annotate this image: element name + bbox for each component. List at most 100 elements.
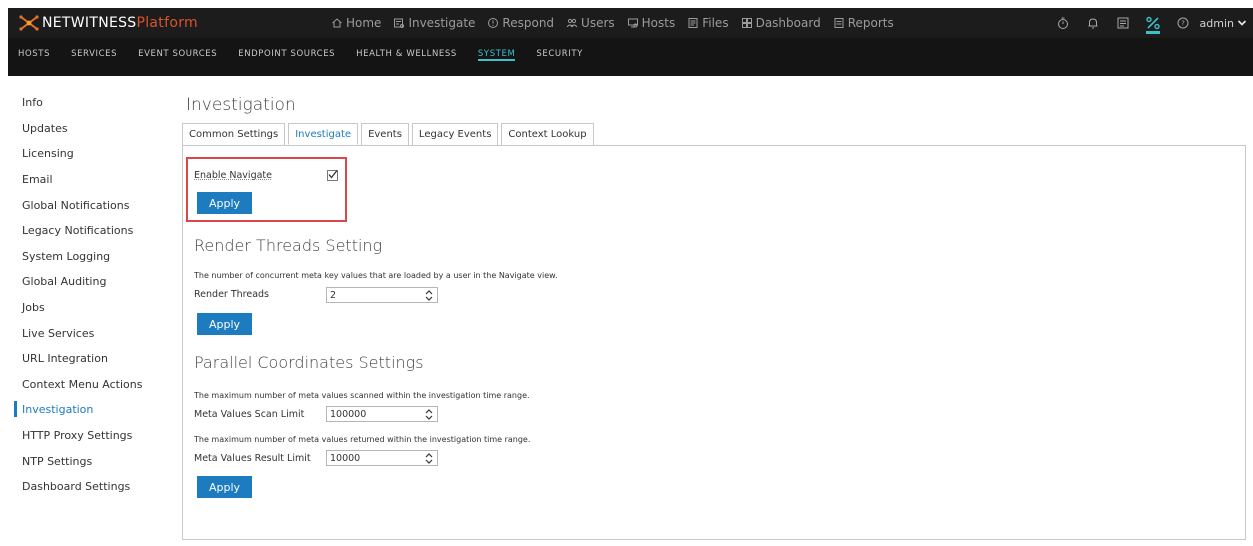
bell-icon <box>1088 18 1098 29</box>
stopwatch-icon <box>1057 17 1068 29</box>
subnav-health-wellness[interactable]: HEALTH & WELLNESS <box>356 38 457 65</box>
top-bar: NETWITNESSPlatform Home Investigate Resp… <box>8 8 1253 38</box>
nav-reports[interactable]: Reports <box>833 16 894 30</box>
nav-dashboard-label: Dashboard <box>755 16 821 30</box>
help-button[interactable]: ? <box>1172 8 1194 38</box>
nav-investigate-label: Investigate <box>408 16 476 30</box>
sidebar-item-jobs[interactable]: Jobs <box>16 295 171 321</box>
username: admin <box>1199 16 1234 30</box>
subnav-event-sources[interactable]: EVENT SOURCES <box>138 38 217 65</box>
admin-tools-button[interactable] <box>1142 8 1164 38</box>
enable-navigate-checkbox[interactable] <box>327 170 338 181</box>
sidebar-item-global-notifications[interactable]: Global Notifications <box>16 192 171 218</box>
render-threads-heading: Render Threads Setting <box>194 236 383 255</box>
sidebar-item-investigation[interactable]: Investigation <box>14 397 171 423</box>
chevron-down-icon <box>1237 20 1247 26</box>
tab-investigate[interactable]: Investigate <box>288 123 359 145</box>
context-panel-button[interactable] <box>1112 8 1134 38</box>
render-threads-description: The number of concurrent meta key values… <box>194 271 558 280</box>
sidebar-item-info[interactable]: Info <box>16 90 171 116</box>
render-threads-select[interactable]: 2 <box>326 287 438 303</box>
timer-button[interactable] <box>1052 8 1074 38</box>
scan-limit-description: The maximum number of meta values scanne… <box>194 391 530 400</box>
files-icon <box>688 18 698 28</box>
nav-files[interactable]: Files <box>687 16 729 30</box>
logo-mark-icon <box>18 15 40 31</box>
subnav-security[interactable]: SECURITY <box>536 38 583 65</box>
nav-hosts[interactable]: Hosts <box>627 16 676 30</box>
brand-name-part1: NETWITNESS <box>42 15 137 31</box>
render-threads-label: Render Threads <box>194 289 270 300</box>
respond-icon <box>488 18 499 28</box>
sidebar-item-context-menu-actions[interactable]: Context Menu Actions <box>16 372 171 398</box>
sidebar-item-live-services[interactable]: Live Services <box>16 320 171 346</box>
render-threads-apply-button[interactable]: Apply <box>197 313 252 335</box>
nav-home-label: Home <box>346 16 382 30</box>
svg-text:?: ? <box>1181 20 1185 28</box>
sidebar-item-ntp-settings[interactable]: NTP Settings <box>16 448 171 474</box>
sidebar-item-http-proxy-settings[interactable]: HTTP Proxy Settings <box>16 423 171 449</box>
updown-arrows-icon <box>425 453 433 464</box>
admin-tools-icon <box>1145 16 1160 30</box>
nav-investigate[interactable]: Investigate <box>393 16 475 30</box>
netwitness-logo[interactable]: NETWITNESSPlatform <box>18 15 198 31</box>
parallel-apply-button[interactable]: Apply <box>197 476 252 498</box>
result-limit-value: 10000 <box>330 452 361 464</box>
tab-common-settings[interactable]: Common Settings <box>182 123 286 145</box>
nav-home[interactable]: Home <box>331 16 381 30</box>
subnav-endpoint-sources[interactable]: ENDPOINT SOURCES <box>238 38 335 65</box>
result-limit-label: Meta Values Result Limit <box>194 453 311 464</box>
admin-sub-nav-bar: HOSTS SERVICES EVENT SOURCES ENDPOINT SO… <box>8 38 1253 76</box>
settings-tabs: Common Settings Investigate Events Legac… <box>182 123 597 145</box>
parallel-coordinates-heading: Parallel Coordinates Settings <box>194 353 424 372</box>
investigate-icon <box>394 18 405 28</box>
home-icon <box>332 18 342 28</box>
admin-sub-nav: HOSTS SERVICES EVENT SOURCES ENDPOINT SO… <box>18 38 604 76</box>
sidebar-item-licensing[interactable]: Licensing <box>16 141 171 167</box>
system-sidebar: Info Updates Licensing Email Global Noti… <box>14 90 171 500</box>
top-right-tools: ? admin <box>1044 8 1247 38</box>
dashboard-icon <box>741 18 752 28</box>
scan-limit-value: 100000 <box>330 408 367 420</box>
nav-reports-label: Reports <box>847 16 894 30</box>
subnav-services[interactable]: SERVICES <box>71 38 117 65</box>
result-limit-description: The maximum number of meta values return… <box>194 435 531 444</box>
sidebar-item-global-auditing[interactable]: Global Auditing <box>16 269 171 295</box>
brand-name: NETWITNESSPlatform <box>42 15 198 31</box>
nav-respond[interactable]: Respond <box>487 16 554 30</box>
main-nav: Home Investigate Respond Users Hosts Fil… <box>331 8 906 38</box>
updown-arrows-icon <box>425 409 433 420</box>
hosts-icon <box>627 18 638 28</box>
nav-dashboard[interactable]: Dashboard <box>741 16 821 30</box>
user-menu[interactable]: admin <box>1200 17 1247 30</box>
sidebar-item-legacy-notifications[interactable]: Legacy Notifications <box>16 218 171 244</box>
checkmark-icon <box>328 170 338 179</box>
sidebar-item-updates[interactable]: Updates <box>16 116 171 142</box>
render-threads-value: 2 <box>330 289 337 301</box>
subnav-system[interactable]: SYSTEM <box>477 38 516 65</box>
nav-files-label: Files <box>702 16 729 30</box>
result-limit-select[interactable]: 10000 <box>326 450 438 466</box>
sidebar-item-system-logging[interactable]: System Logging <box>16 244 171 270</box>
panel-icon <box>1117 17 1129 29</box>
reports-icon <box>834 18 844 28</box>
nav-hosts-label: Hosts <box>641 16 676 30</box>
sidebar-item-url-integration[interactable]: URL Integration <box>16 346 171 372</box>
brand-name-part2: Platform <box>136 15 198 31</box>
subnav-hosts[interactable]: HOSTS <box>18 38 50 65</box>
nav-users-label: Users <box>581 16 615 30</box>
sidebar-item-dashboard-settings[interactable]: Dashboard Settings <box>16 474 171 500</box>
tab-events[interactable]: Events <box>361 123 409 145</box>
nav-users[interactable]: Users <box>566 16 615 30</box>
scan-limit-select[interactable]: 100000 <box>326 406 438 422</box>
users-icon <box>566 18 578 28</box>
tab-context-lookup[interactable]: Context Lookup <box>501 123 594 145</box>
tab-legacy-events[interactable]: Legacy Events <box>411 123 499 145</box>
updown-arrows-icon <box>425 290 433 301</box>
notifications-button[interactable] <box>1082 8 1104 38</box>
sidebar-item-email[interactable]: Email <box>16 167 171 193</box>
enable-navigate-label: Enable Navigate <box>194 170 272 181</box>
page-title: Investigation <box>186 95 296 115</box>
scan-limit-label: Meta Values Scan Limit <box>194 409 305 420</box>
navigate-apply-button[interactable]: Apply <box>197 192 252 214</box>
